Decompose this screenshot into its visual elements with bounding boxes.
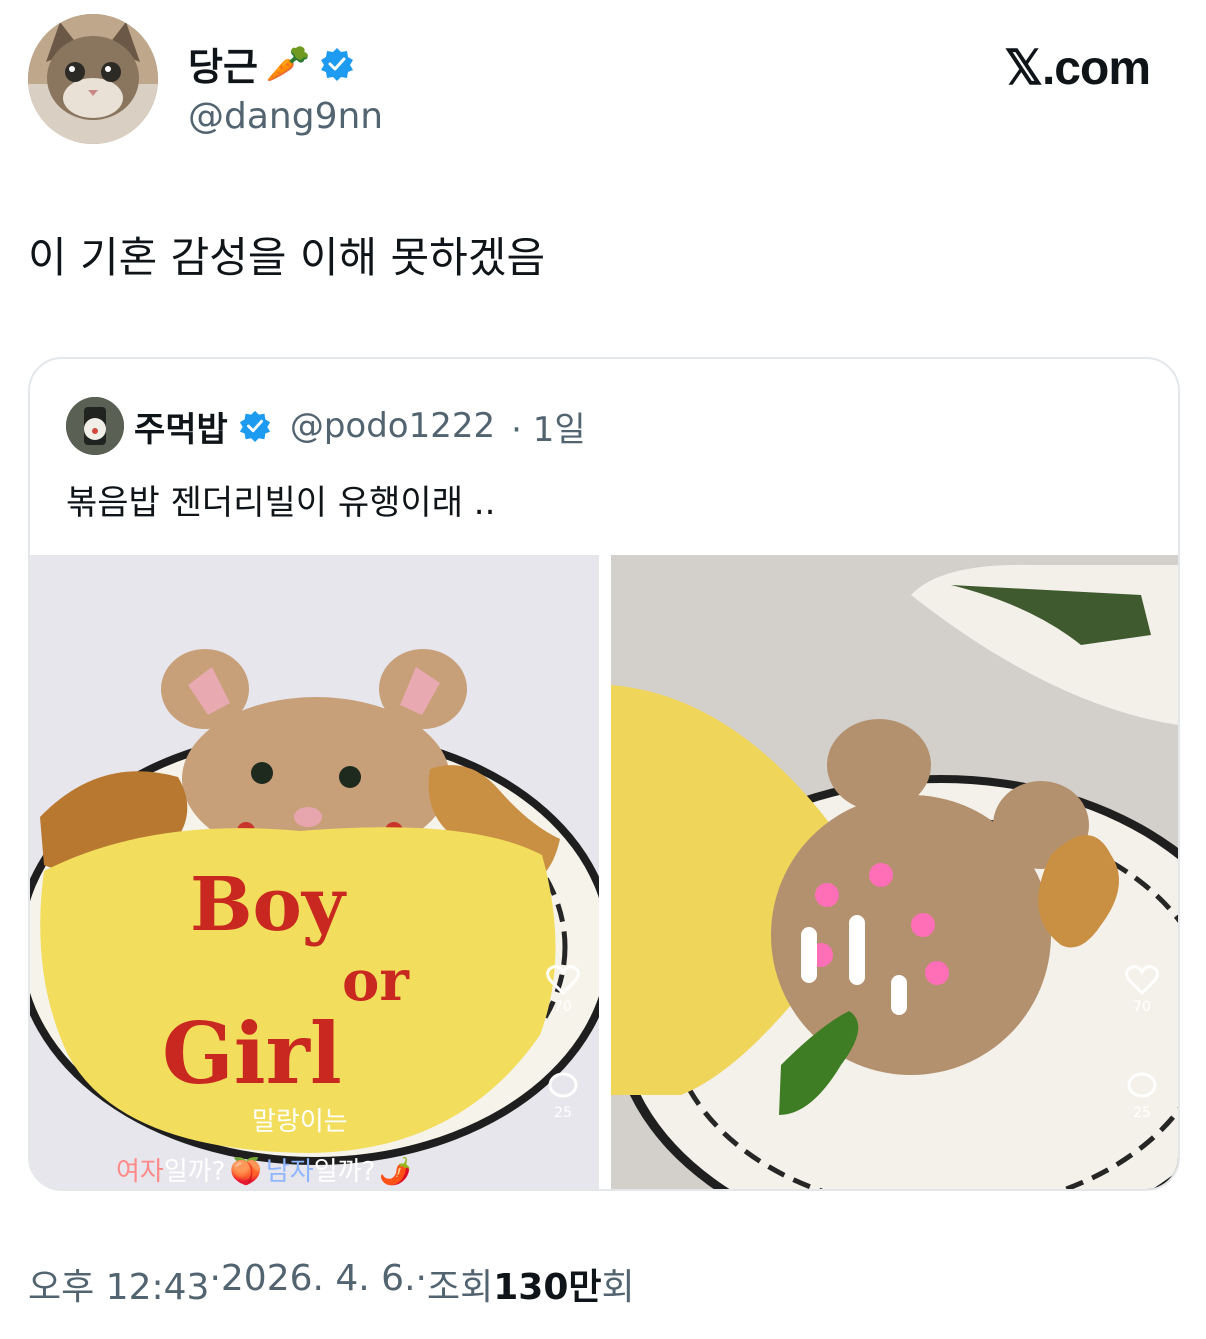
views-label: 조회 (427, 1267, 494, 1308)
riceball-avatar-icon (66, 397, 124, 455)
cat-avatar-icon (28, 14, 158, 144)
footer-separator-1: · (209, 1258, 221, 1299)
carrot-emoji: 🥕 (265, 43, 311, 85)
ketchup-boy: Boy (190, 862, 347, 948)
author-display-name[interactable]: 당근 (188, 36, 258, 91)
quoted-handle[interactable]: @podo1222 (290, 406, 495, 446)
photo1-like[interactable]: 70 (543, 965, 583, 1015)
quoted-photo-2[interactable]: 70 25 (611, 555, 1178, 1189)
tweet-header: 당근 🥕 @dang9nn 𝕏.com (28, 14, 1178, 146)
photo1-like-count: 70 (554, 999, 572, 1015)
quoted-verified-badge-icon (238, 409, 272, 443)
comment-icon (1127, 1072, 1157, 1098)
food-photo-2 (611, 555, 1178, 1189)
photo1-comment[interactable]: 25 (543, 1071, 583, 1121)
quoted-text: 볶음밥 젠더리빌이 유행이래 .. (66, 483, 496, 523)
photo2-like-count: 70 (1133, 999, 1151, 1015)
photo1-comment-count: 25 (554, 1105, 572, 1121)
quoted-photo-1[interactable]: Boy or Girl 말랑이는 여자일까? 🍑 남자일까? 🌶️ 70 25 (30, 555, 599, 1189)
food-photo-1: Boy or Girl (30, 555, 599, 1189)
comment-icon (548, 1072, 578, 1098)
peach-icon: 🍑 (229, 1157, 262, 1187)
tweet-footer: 오후 12:43 · 2026. 4. 6. · 조회 130만 회 (28, 1258, 635, 1310)
caption-ilkka-2: 일까? (313, 1157, 376, 1187)
tweet-text: 이 기혼 감성을 이해 못하겠음 (28, 233, 546, 282)
author-avatar[interactable] (28, 14, 158, 144)
post-time[interactable]: 오후 12:43 (28, 1258, 209, 1310)
heart-icon (546, 965, 580, 996)
quoted-time[interactable]: · 1일 (511, 402, 586, 451)
chili-icon: 🌶️ (379, 1157, 412, 1187)
quoted-avatar[interactable] (66, 397, 124, 455)
caption-namja: 남자 (265, 1157, 314, 1187)
heart-icon (1125, 965, 1159, 996)
photo2-comment[interactable]: 25 (1122, 1071, 1162, 1121)
photo2-like[interactable]: 70 (1122, 965, 1162, 1015)
quoted-header: 주먹밥 @podo1222 · 1일 (66, 397, 586, 455)
photo1-caption-line2: 여자일까? 🍑 남자일까? 🌶️ (116, 1151, 412, 1188)
x-logo[interactable]: 𝕏.com (1004, 40, 1151, 96)
verified-badge-icon (319, 46, 355, 82)
ketchup-girl: Girl (162, 1004, 342, 1103)
author-handle[interactable]: @dang9nn (188, 96, 383, 137)
quoted-display-name[interactable]: 주먹밥 (134, 402, 228, 451)
quoted-tweet-card[interactable]: 주먹밥 @podo1222 · 1일 볶음밥 젠더리빌이 유행이래 .. Boy… (28, 357, 1180, 1191)
photo2-comment-count: 25 (1133, 1105, 1151, 1121)
caption-ilkka-1: 일까? (163, 1157, 226, 1187)
footer-separator-2: · (415, 1258, 427, 1299)
photo1-caption-line1: 말랑이는 (252, 1107, 348, 1137)
quoted-photos: Boy or Girl 말랑이는 여자일까?🍑남자일까?🌶️ 70 25 (30, 555, 1178, 1189)
post-date[interactable]: 2026. 4. 6. (221, 1258, 416, 1310)
ketchup-or: or (342, 948, 410, 1014)
author-name-row: 당근 🥕 (188, 36, 355, 91)
views-suffix: 회 (601, 1267, 635, 1308)
caption-yeoja: 여자 (116, 1157, 164, 1187)
views-number: 130만 (493, 1267, 602, 1308)
